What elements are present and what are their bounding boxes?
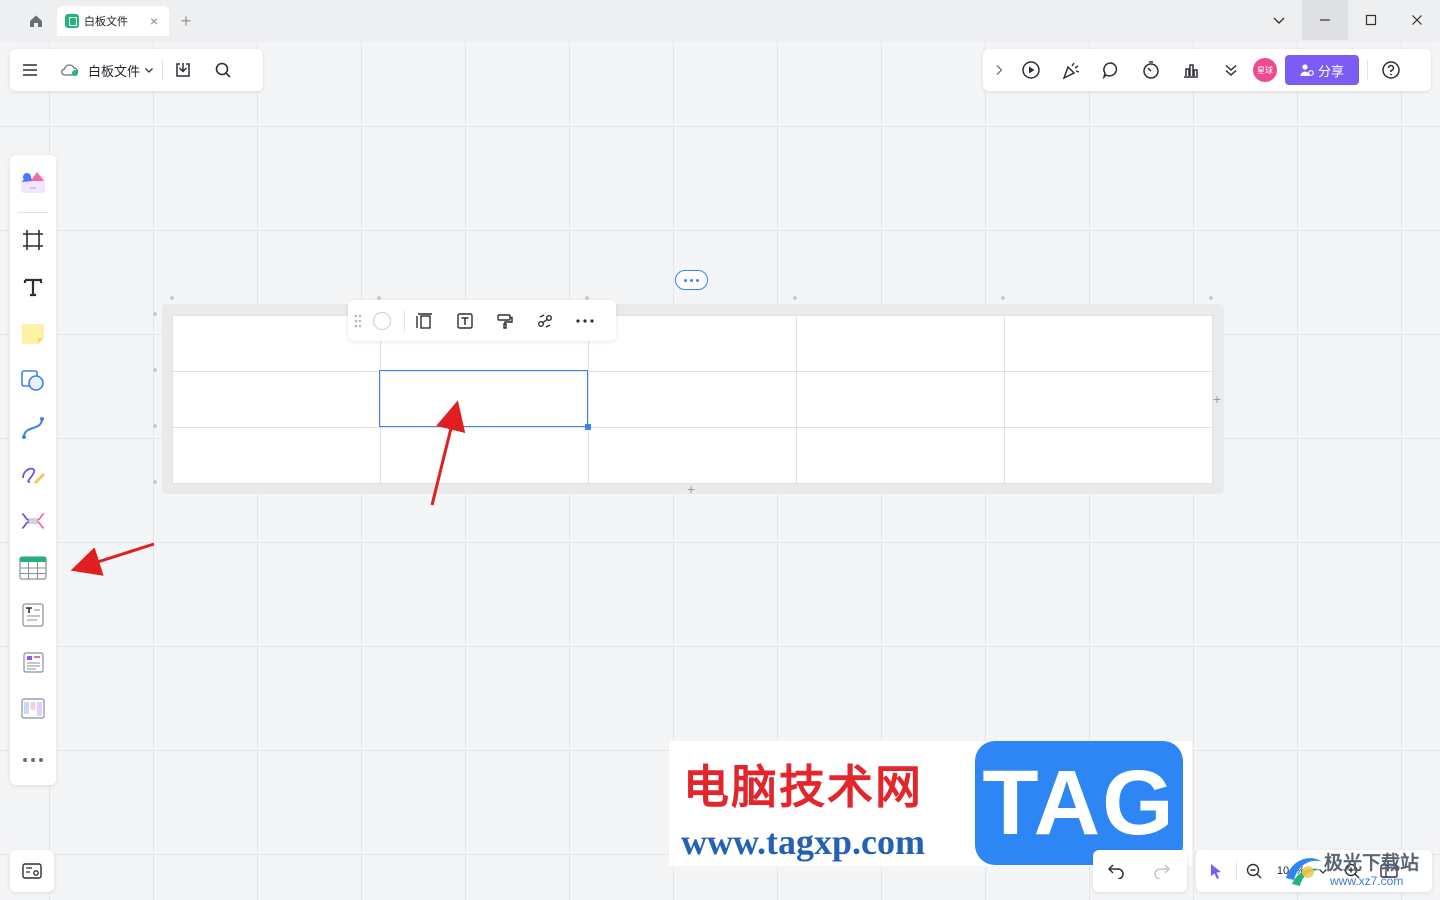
tab-whiteboard[interactable]: 白板文件 × <box>57 6 169 36</box>
present-icon[interactable] <box>1011 50 1051 90</box>
row-handle[interactable] <box>153 368 157 372</box>
vote-icon[interactable] <box>1171 50 1211 90</box>
cloud-synced-icon <box>61 64 79 76</box>
chevron-right-icon[interactable] <box>987 50 1011 90</box>
selected-cell[interactable] <box>379 370 588 427</box>
connector-icon[interactable] <box>13 406 53 449</box>
menu-icon[interactable] <box>10 50 50 90</box>
download-icon[interactable] <box>163 50 203 90</box>
template-icon[interactable] <box>13 161 53 204</box>
arrow-to-table-tool <box>70 542 155 576</box>
table-cell[interactable] <box>1004 371 1213 428</box>
table-more-options-button[interactable] <box>675 270 708 290</box>
avatar[interactable]: 星球 <box>1253 58 1277 82</box>
table-row <box>172 427 1213 484</box>
minimap-icon[interactable] <box>10 850 54 892</box>
watermark-url: www.tagxp.com <box>681 822 925 862</box>
chevron-down-icon[interactable] <box>1256 0 1302 40</box>
site-name: 极光下载站 <box>1324 852 1420 874</box>
expand-more-icon[interactable] <box>1211 50 1251 90</box>
table-row <box>172 371 1213 428</box>
doc-icon[interactable] <box>13 594 53 637</box>
table-cell[interactable] <box>588 315 797 372</box>
text-icon[interactable] <box>13 266 53 309</box>
cell-format-toolbar <box>348 300 616 341</box>
close-tab-icon[interactable]: × <box>147 14 161 28</box>
drag-handle-icon[interactable] <box>348 301 368 341</box>
site-logo-watermark: 极光下载站 www.xz7.com <box>1282 846 1438 896</box>
column-handle[interactable] <box>1001 296 1005 300</box>
kanban-icon[interactable] <box>13 687 53 730</box>
table-cell[interactable] <box>380 427 589 484</box>
home-icon[interactable] <box>24 10 48 32</box>
watermark-title: 电脑技术网 <box>683 760 923 814</box>
column-handle[interactable] <box>170 296 174 300</box>
share-label: 分享 <box>1317 63 1344 79</box>
minimize-button[interactable] <box>1302 0 1348 40</box>
redo-icon[interactable] <box>1139 851 1185 891</box>
select-cursor-icon[interactable] <box>1196 851 1236 891</box>
table[interactable] <box>172 315 1213 484</box>
site-url: www.xz7.com <box>1330 874 1404 888</box>
insert-column-icon[interactable] <box>405 301 445 341</box>
sticky-note-icon[interactable] <box>13 313 53 356</box>
more-options-icon[interactable] <box>565 301 605 341</box>
table-cell[interactable] <box>588 427 797 484</box>
watermark: 电脑技术网 www.tagxp.com TAG <box>669 741 1192 866</box>
table-cell[interactable] <box>588 371 797 428</box>
card-icon[interactable] <box>13 640 53 683</box>
row-handle[interactable] <box>153 424 157 428</box>
column-handle[interactable] <box>793 296 797 300</box>
mindmap-icon[interactable] <box>13 500 53 543</box>
tab-title: 白板文件 <box>84 16 128 28</box>
add-column-button[interactable]: + <box>1213 392 1221 406</box>
comment-icon[interactable] <box>1091 50 1131 90</box>
maximize-button[interactable] <box>1348 0 1394 40</box>
close-window-button[interactable] <box>1394 0 1440 40</box>
aurora-logo-icon <box>1286 858 1322 886</box>
help-icon[interactable] <box>1368 50 1414 90</box>
more-icon[interactable] <box>13 738 53 781</box>
table-cell[interactable] <box>1004 315 1213 372</box>
zoom-out-icon[interactable] <box>1237 851 1271 891</box>
link-icon[interactable] <box>525 301 565 341</box>
selection-handle[interactable] <box>585 424 591 430</box>
shape-icon[interactable] <box>13 359 53 402</box>
table-cell[interactable] <box>1004 427 1213 484</box>
file-name-dropdown[interactable]: 白板文件 <box>50 50 162 90</box>
history-toolbar <box>1093 850 1187 892</box>
chevron-down-icon <box>145 68 153 73</box>
table-cell[interactable] <box>796 315 1005 372</box>
table-cell[interactable] <box>172 371 381 428</box>
watermark-tag-logo: TAG <box>975 741 1183 865</box>
undo-icon[interactable] <box>1093 851 1139 891</box>
new-tab-button[interactable]: + <box>176 10 196 32</box>
whiteboard-app-icon <box>65 14 79 28</box>
search-icon[interactable] <box>203 50 243 90</box>
left-toolbar <box>10 155 56 785</box>
column-handle[interactable] <box>1209 296 1213 300</box>
share-button[interactable]: 分享 <box>1285 55 1359 85</box>
timer-icon[interactable] <box>1131 50 1171 90</box>
file-name: 白板文件 <box>88 63 141 79</box>
file-toolbar: 白板文件 <box>10 49 263 91</box>
add-row-button[interactable]: + <box>687 482 695 496</box>
row-handle[interactable] <box>153 312 157 316</box>
format-painter-icon[interactable] <box>485 301 525 341</box>
celebrate-icon[interactable] <box>1051 50 1091 90</box>
text-style-icon[interactable] <box>445 301 485 341</box>
fill-color-icon[interactable] <box>368 301 396 341</box>
frame-icon[interactable] <box>13 219 53 262</box>
table-cell[interactable] <box>796 427 1005 484</box>
divider <box>18 211 48 213</box>
pen-icon[interactable] <box>13 453 53 496</box>
collab-toolbar: 星球 分享 <box>983 49 1431 91</box>
table-cell[interactable] <box>172 427 381 484</box>
add-user-icon <box>1300 64 1314 76</box>
title-bar: 白板文件 × + <box>0 0 1440 42</box>
table-icon[interactable] <box>13 547 53 590</box>
row-handle[interactable] <box>153 480 157 484</box>
table-row <box>172 315 1213 372</box>
table-cell[interactable] <box>796 371 1005 428</box>
